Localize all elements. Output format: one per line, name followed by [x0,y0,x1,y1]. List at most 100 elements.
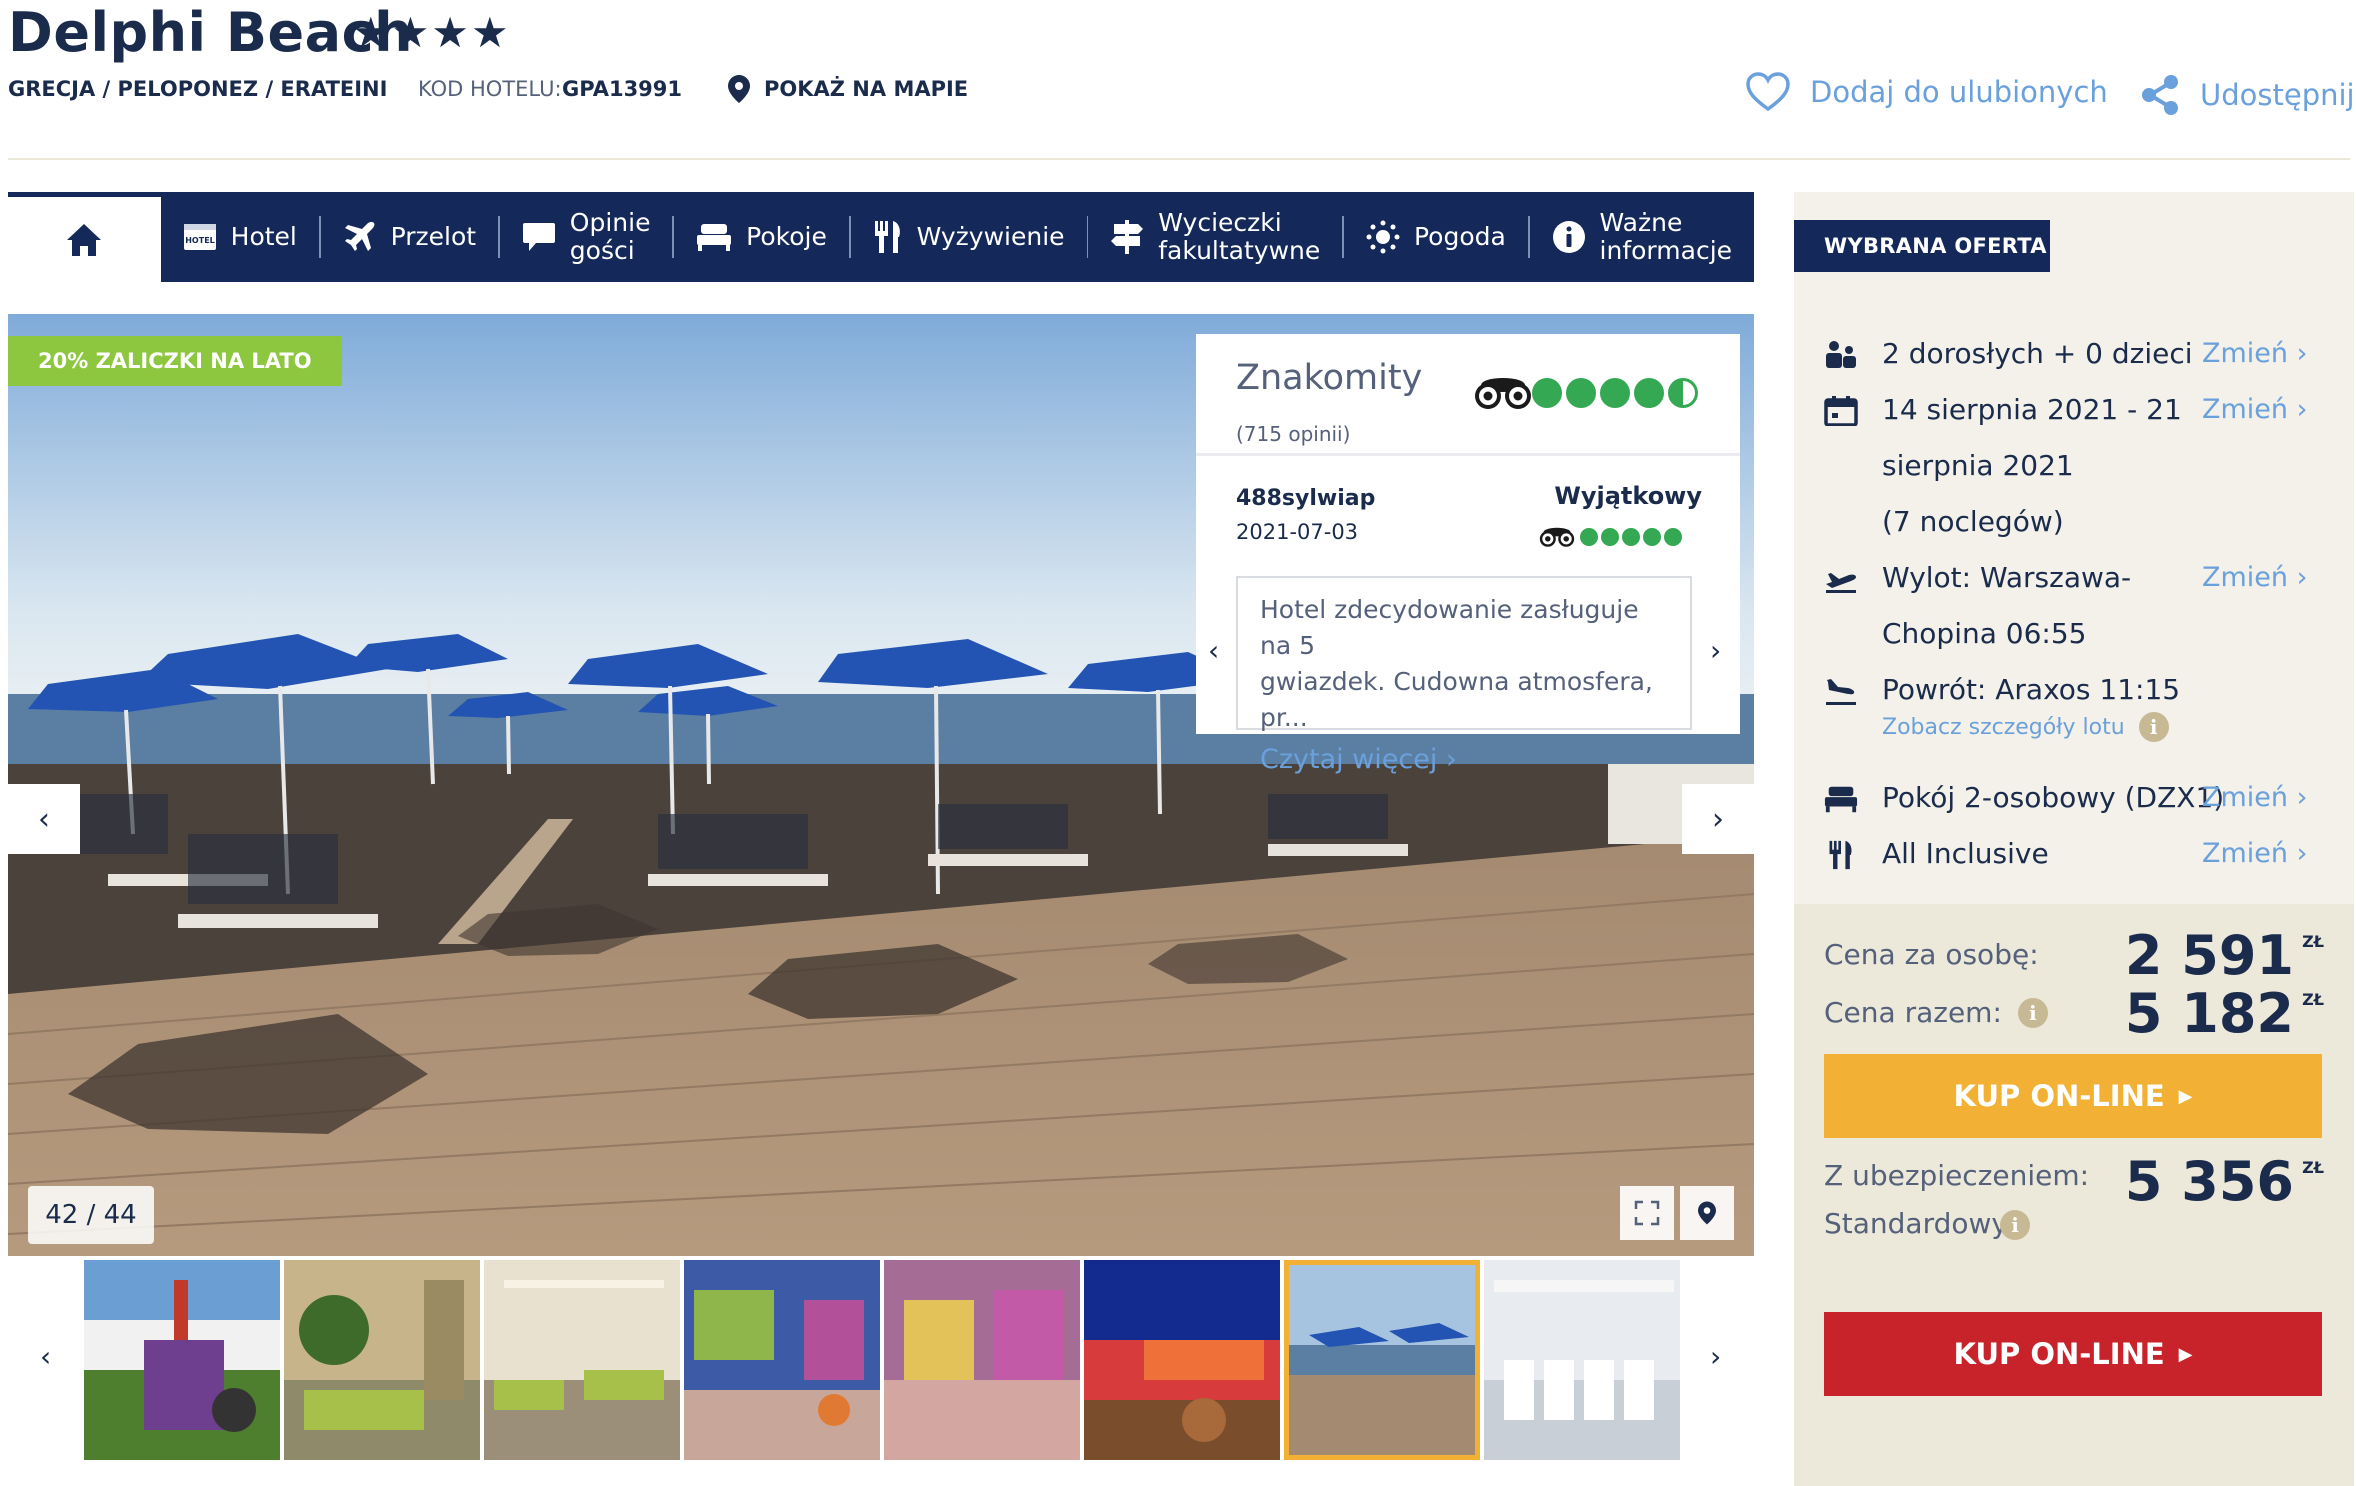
change-flight-link[interactable]: Zmień › [2202,550,2307,606]
share-icon [2142,75,2178,115]
room-text: Pokój 2-osobowy (DZX1) [1882,781,2225,814]
tab-important-info[interactable]: Ważne informacje [1530,192,1754,282]
thumbnail[interactable] [883,1260,1080,1460]
rating-bubble-icon [1622,528,1640,546]
tab-flight[interactable]: Przelot [321,192,498,282]
review-prev-button[interactable]: ‹ [1208,634,1219,667]
tab-rooms-label: Pokoje [746,222,827,251]
thumbnail-image [283,1260,480,1460]
read-more-label: Czytaj więcej [1260,744,1438,775]
hotel-stars: ★★★★ [352,8,511,57]
currency-label: ZŁ [2302,990,2324,1009]
chevron-right-icon: › [2296,782,2308,813]
share-label: Udostępnij [2200,78,2355,112]
tab-board[interactable]: Wyżywienie [851,192,1087,282]
info-icon: i [2138,712,2169,742]
sun-icon [1366,220,1400,254]
cutlery-icon [874,221,900,253]
hotel-tabs: HOTEL Hotel Przelot Opinie gości Pokoje … [8,192,1754,282]
thumbnail-strip [84,1260,1680,1460]
share-button[interactable]: Udostępnij [2140,74,2355,116]
chevron-right-icon: › [1712,801,1724,837]
add-to-favorites-label: Dodaj do ulubionych [1810,75,2108,109]
bed-icon [697,224,732,251]
fullscreen-icon [1634,1200,1660,1226]
price-total-label: Cena razem: [1824,996,2002,1029]
buy-online-button[interactable]: KUP ON-LINE ▶ [1824,1054,2322,1138]
tab-reviews-label: Opinie gości [569,208,651,265]
tab-weather[interactable]: Pogoda [1344,192,1528,282]
thumbs-prev-button[interactable]: ‹ [40,1340,51,1373]
cutlery-icon [1829,840,1852,870]
tripadvisor-owl-icon [1475,378,1531,409]
gallery-map-button[interactable] [1680,1186,1734,1240]
tab-hotel-label: Hotel [230,222,297,251]
flight-details-link[interactable]: Zobacz szczegóły lotu i [1882,712,2169,742]
read-more-link[interactable]: Czytaj więcej › [1260,744,1668,775]
chevron-left-icon: ‹ [40,1340,52,1373]
tab-home[interactable] [8,192,161,282]
change-label: Zmień [2202,782,2289,813]
show-map-link[interactable]: POKAŻ NA MAPIE [728,74,968,104]
landing-icon [1826,679,1856,705]
change-dates-link[interactable]: Zmień › [2202,382,2307,438]
thumbnail[interactable] [84,1260,280,1460]
chevron-right-icon: › [2296,338,2308,369]
hotel-icon: HOTEL [183,224,216,250]
currency-label: ZŁ [2302,932,2324,951]
review-card: Znakomity (715 opinii) 488sylwiap 2021-0… [1196,334,1740,775]
thumbnail-image [483,1260,680,1460]
comment-icon [522,223,555,251]
thumbnail[interactable] [283,1260,480,1460]
info-icon[interactable]: i [2017,997,2048,1028]
tab-hotel[interactable]: HOTEL Hotel [161,192,319,282]
map-pin-icon [728,75,750,103]
tab-reviews[interactable]: Opinie gości [500,192,673,282]
chevron-right-icon: › [1445,744,1457,775]
hotel-code: GPA13991 [562,77,683,101]
rating-bubble-icon [1566,378,1596,408]
add-to-favorites-button[interactable]: Dodaj do ulubionych [1746,72,2108,112]
home-icon [67,223,102,256]
thumbnail[interactable] [1083,1260,1280,1460]
rating-half-bubble-icon [1668,378,1698,408]
fullscreen-button[interactable] [1620,1186,1674,1240]
buy-online-insured-button[interactable]: KUP ON-LINE ▶ [1824,1312,2322,1396]
offer-sidebar: WYBRANA OFERTA 2 dorosłych + 0 dzieci Zm… [1794,192,2354,1486]
thumbnail-image [683,1260,880,1460]
thumbnail-active[interactable] [1283,1260,1480,1460]
svg-text:HOTEL: HOTEL [185,236,215,245]
chevron-right-icon: › [1710,634,1722,667]
tab-excursions-label: Wycieczki fakultatywne [1158,208,1321,265]
price-per-person-label: Cena za osobę: [1824,938,2039,971]
review-author: 488sylwiap [1236,486,1376,511]
thumbnail[interactable] [483,1260,680,1460]
gallery-next-button[interactable]: › [1682,784,1754,854]
change-label: Zmień [2202,338,2289,369]
tripadvisor-owl-icon [1539,527,1575,547]
people-icon [1826,341,1856,368]
thumbnail[interactable] [683,1260,880,1460]
map-pin-icon [1698,1201,1716,1225]
show-map-label: POKAŻ NA MAPIE [764,77,969,101]
tab-flight-label: Przelot [390,222,477,251]
change-board-link[interactable]: Zmień › [2202,826,2307,882]
review-summary: Znakomity (715 opinii) [1196,334,1740,456]
thumbnail-image [1083,1260,1280,1460]
thumbnail[interactable] [1483,1260,1680,1460]
tab-rooms[interactable]: Pokoje [674,192,849,282]
thumbnail-image [883,1260,1080,1460]
gallery-prev-button[interactable]: ‹ [8,784,80,854]
thumbnail-image [84,1260,280,1460]
review-text: Hotel zdecydowanie zasługuje na 5 gwiazd… [1260,595,1653,732]
play-arrow-icon: ▶ [2178,1085,2193,1107]
rating-bubble-icon [1601,528,1619,546]
change-room-link[interactable]: Zmień › [2202,770,2307,826]
tab-excursions[interactable]: Wycieczki fakultatywne [1088,192,1342,282]
change-label: Zmień [2202,394,2289,425]
thumbs-next-button[interactable]: › [1710,1340,1721,1373]
change-label: Zmień [2202,562,2289,593]
review-next-button[interactable]: › [1710,634,1721,667]
change-travellers-link[interactable]: Zmień › [2202,326,2307,382]
info-icon[interactable]: i [2000,1210,2030,1240]
